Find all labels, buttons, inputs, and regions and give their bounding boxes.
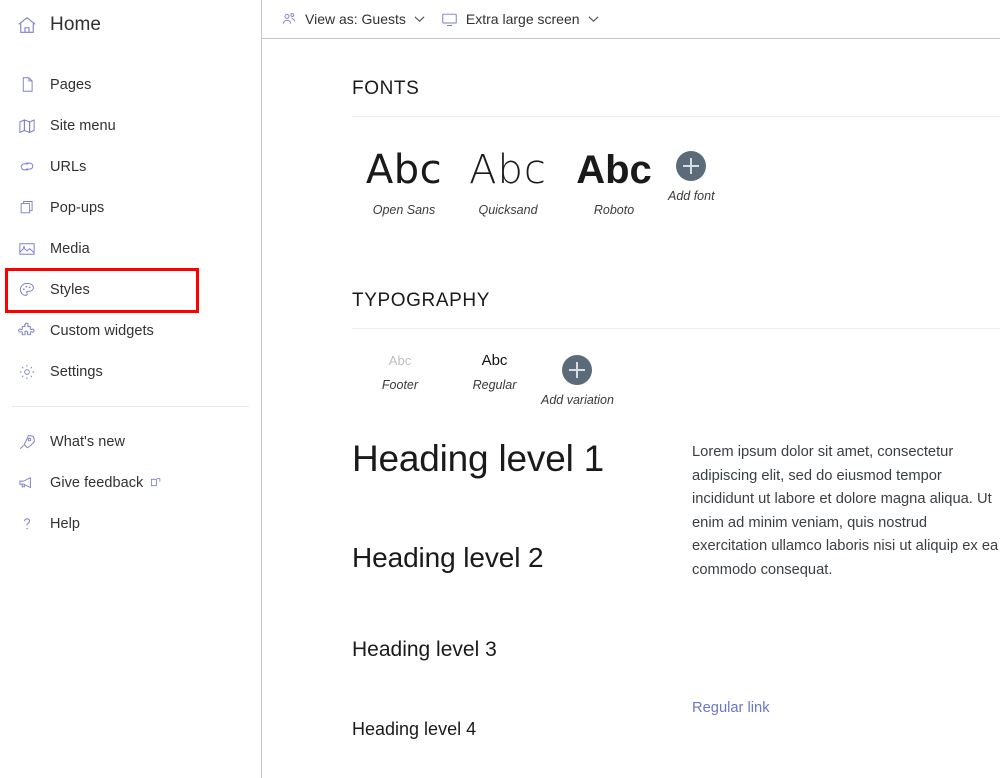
app-root: Home Pages Site menu URLs Pop-ups Media … [0,0,1000,778]
heading-level-2[interactable]: Heading level 2 [352,542,692,574]
variation-sample: Abc [388,353,412,368]
link-icon [18,158,36,176]
variation-tile-regular[interactable]: Abc Regular [448,351,541,392]
sidebar-item-label: What's new [50,433,125,450]
plus-icon [562,355,593,385]
chevron-down-icon [588,15,599,23]
sidebar-item-custom-widgets[interactable]: Custom widgets [0,310,261,351]
font-name: Quicksand [478,203,538,217]
add-font-label: Add font [668,189,715,203]
add-variation-button[interactable]: Add variation [541,351,614,407]
font-name: Open Sans [372,203,436,217]
view-as-label: View as: Guests [305,11,406,27]
gear-icon [18,363,36,381]
popup-icon [18,199,36,217]
font-sample: Abc [469,147,547,193]
fonts-section-rule [352,116,1000,117]
typography-section-rule [352,328,1000,329]
megaphone-icon [18,474,36,492]
sidebar-item-settings[interactable]: Settings [0,351,261,392]
home-icon [16,14,38,36]
typography-preview: Heading level 1 Heading level 2 Heading … [262,425,1000,778]
page-icon [18,76,36,94]
top-toolbar: View as: Guests Extra large screen [262,0,1000,39]
sidebar-item-pages[interactable]: Pages [0,64,261,105]
palette-icon [18,281,36,299]
sidebar-item-label: Media [50,240,90,257]
sidebar-item-label: Settings [50,363,103,380]
page-title: Home [50,14,102,35]
sidebar-item-site-menu[interactable]: Site menu [0,105,261,146]
sidebar-item-styles[interactable]: Styles [0,269,261,310]
add-font-button[interactable]: Add font [668,147,715,203]
styles-canvas: FONTS Abc Open Sans Abc Quicksand Abc Ro… [262,40,1000,778]
question-icon [18,515,36,533]
font-tile-roboto[interactable]: Abc Roboto [560,147,668,217]
sidebar-item-give-feedback[interactable]: Give feedback [0,462,261,503]
sidebar-nav: Pages Site menu URLs Pop-ups Media Style… [0,64,261,544]
sidebar-item-label: Pages [50,76,92,93]
sidebar-item-label: Help [50,515,81,532]
image-icon [18,240,36,258]
font-sample: Abc [576,148,652,192]
heading-level-4[interactable]: Heading level 4 [352,719,692,740]
typography-variations: Abc Footer Abc Regular Add variation [262,351,1000,407]
heading-level-3[interactable]: Heading level 3 [352,638,692,661]
fonts-list: Abc Open Sans Abc Quicksand Abc Roboto A… [262,147,1000,217]
text-samples-column: Lorem ipsum dolor sit amet, consectetur … [692,425,1000,778]
variation-name: Regular [472,378,517,392]
sidebar-item-media[interactable]: Media [0,228,261,269]
variation-sample: Abc [481,352,508,369]
puzzle-icon [18,322,36,340]
sidebar-item-label: URLs [50,158,87,175]
fonts-section-title: FONTS [352,78,420,99]
screen-size-dropdown[interactable]: Extra large screen [433,4,607,34]
sidebar-item-urls[interactable]: URLs [0,146,261,187]
font-name: Roboto [593,203,635,217]
font-tile-quicksand[interactable]: Abc Quicksand [456,147,560,217]
external-link-icon [150,477,161,488]
sidebar-item-label: Site menu [50,117,116,134]
variation-tile-footer[interactable]: Abc Footer [352,351,448,392]
typography-section-title: TYPOGRAPHY [352,290,490,311]
sidebar-item-help[interactable]: Help [0,503,261,544]
paragraph-sample[interactable]: Lorem ipsum dolor sit amet, consectetur … [692,441,1000,582]
add-variation-label: Add variation [541,393,614,407]
sidebar-item-popups[interactable]: Pop-ups [0,187,261,228]
variation-name: Footer [381,378,419,392]
people-icon [280,11,297,28]
main-area: View as: Guests Extra large screen FONTS… [262,0,1000,778]
sidebar-item-label: Custom widgets [50,322,154,339]
screen-size-label: Extra large screen [465,11,580,27]
menu-map-icon [18,117,36,135]
font-tile-open-sans[interactable]: Abc Open Sans [352,147,456,217]
regular-link-sample[interactable]: Regular link [692,700,770,716]
sidebar-item-label: Pop-ups [50,199,105,216]
heading-level-1[interactable]: Heading level 1 [352,438,692,480]
monitor-icon [441,11,458,28]
home-header[interactable]: Home [0,2,261,48]
rocket-icon [18,433,36,451]
font-sample: Abc [365,147,443,193]
chevron-down-icon [414,15,425,23]
view-as-dropdown[interactable]: View as: Guests [272,4,433,34]
sidebar: Home Pages Site menu URLs Pop-ups Media … [0,0,262,778]
sidebar-item-label: Give feedback [50,474,144,491]
plus-icon [676,151,707,181]
sidebar-item-label: Styles [50,281,90,298]
sidebar-item-whats-new[interactable]: What's new [0,421,261,462]
sidebar-divider [12,406,249,407]
headings-column: Heading level 1 Heading level 2 Heading … [352,425,692,778]
